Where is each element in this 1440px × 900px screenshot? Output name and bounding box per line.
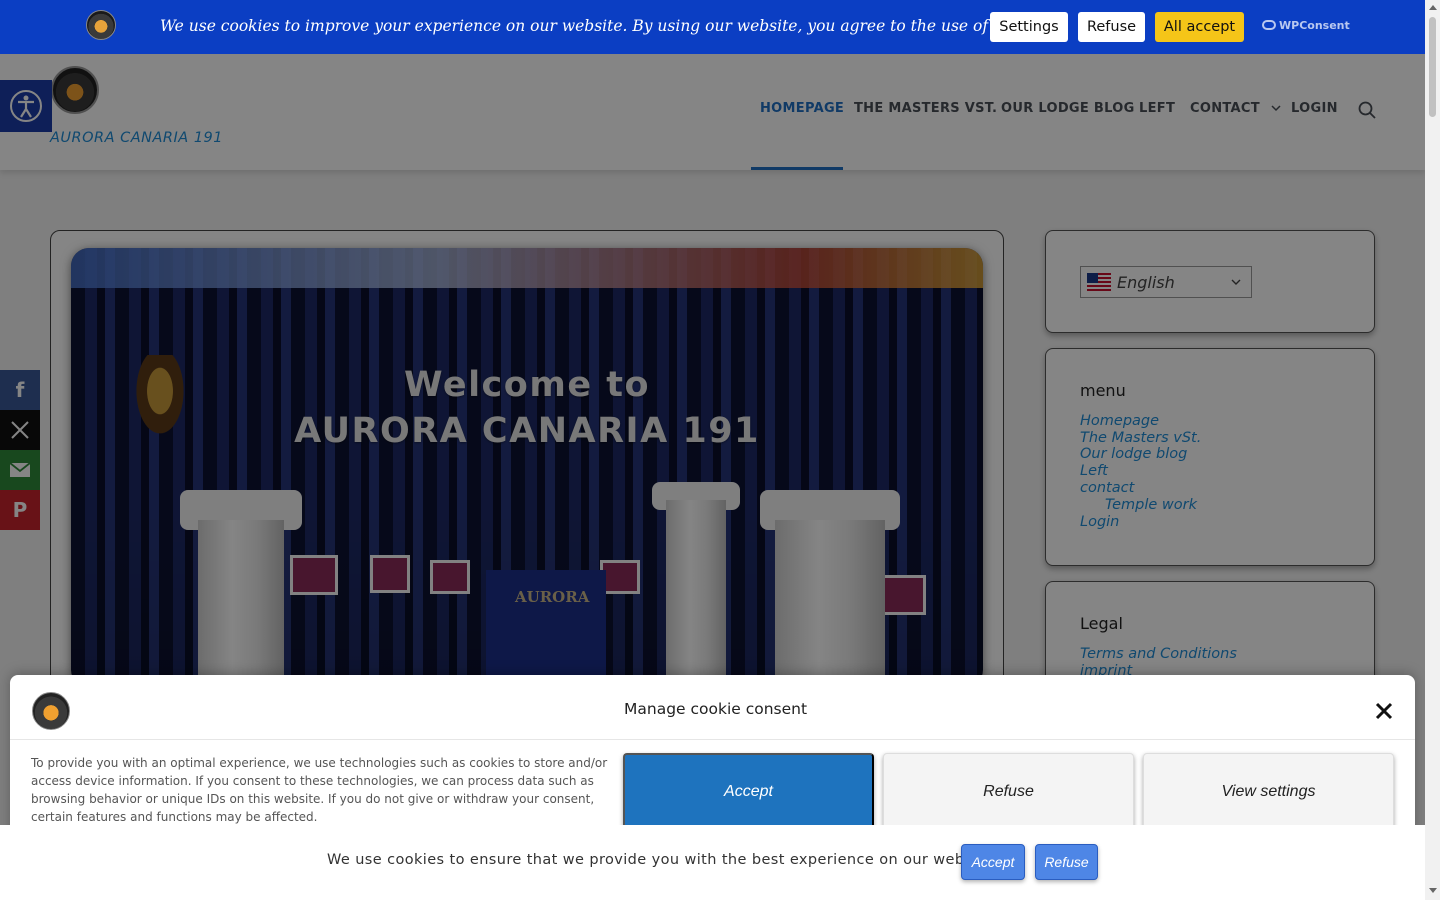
chevron-down-icon <box>1231 279 1241 285</box>
site-title[interactable]: AURORA CANARIA 191 <box>50 130 223 146</box>
sidebar-link-blog[interactable]: Our lodge blog <box>1080 446 1187 462</box>
language-label: English <box>1117 272 1175 292</box>
scroll-down-arrow-icon[interactable] <box>1429 888 1437 893</box>
chair <box>880 575 926 615</box>
notice-refuse-button[interactable]: Refuse <box>1035 844 1098 880</box>
modal-divider <box>10 739 1415 740</box>
modal-view-settings-button[interactable]: View settings <box>1143 753 1394 831</box>
nav-left[interactable]: LEFT <box>1139 101 1175 116</box>
language-select[interactable]: English <box>1080 266 1252 298</box>
sidebar-link-temple-work[interactable]: Temple work <box>1105 497 1197 513</box>
facebook-icon: f <box>15 378 25 402</box>
nav-active-indicator <box>751 167 843 170</box>
nav-contact-label: CONTACT <box>1190 101 1260 116</box>
chair <box>600 560 640 594</box>
sidebar-link-left[interactable]: Left <box>1080 463 1108 479</box>
us-flag-icon <box>1087 273 1111 291</box>
wpconsent-icon <box>1262 20 1276 30</box>
hero-title-line1: Welcome to <box>403 365 651 405</box>
chair <box>370 555 410 593</box>
sidebar-link-masters[interactable]: The Masters vSt. <box>1080 430 1201 446</box>
cookie-all-accept-button[interactable]: All accept <box>1155 12 1244 42</box>
modal-title: Manage cookie consent <box>624 700 808 718</box>
search-icon[interactable] <box>1357 100 1377 120</box>
facebook-share-button[interactable]: f <box>0 370 40 410</box>
nav-homepage[interactable]: HOMEPAGE <box>760 101 844 116</box>
chair <box>290 555 338 595</box>
menu-widget-title: menu <box>1080 381 1126 400</box>
legal-widget-title: Legal <box>1080 614 1123 633</box>
site-logo[interactable] <box>51 66 99 114</box>
notice-accept-button[interactable]: Accept <box>961 844 1025 880</box>
modal-logo <box>32 692 70 730</box>
cookie-settings-button[interactable]: Settings <box>990 12 1068 42</box>
cookie-refuse-button[interactable]: Refuse <box>1078 12 1145 42</box>
altar-desk <box>486 570 606 680</box>
x-share-button[interactable] <box>0 410 40 450</box>
accessibility-icon <box>10 90 42 122</box>
sidebar-link-terms[interactable]: Terms and Conditions <box>1080 646 1237 662</box>
accessibility-button[interactable] <box>0 80 52 132</box>
chair <box>430 560 470 594</box>
top-cookie-bar: We use cookies to improve your experienc… <box>0 0 1425 54</box>
wpconsent-brand[interactable]: WPConsent <box>1262 19 1350 32</box>
cookie-bar-text: We use cookies to improve your experienc… <box>160 17 1057 35</box>
x-icon <box>11 421 29 439</box>
scrollbar-thumb[interactable] <box>1429 17 1436 117</box>
chevron-down-icon <box>1271 105 1281 112</box>
desk-label: AURORA <box>515 588 590 606</box>
scrollbar[interactable] <box>1425 0 1440 900</box>
notice-text: We use cookies to ensure that we provide… <box>327 852 998 868</box>
hero-image-ceiling <box>71 248 983 288</box>
pinterest-share-button[interactable]: P <box>0 490 40 530</box>
pillar <box>775 520 885 690</box>
close-icon[interactable] <box>1373 700 1395 722</box>
nav-the-masters[interactable]: THE MASTERS VST. <box>854 101 997 116</box>
pillar <box>666 500 726 690</box>
modal-description: To provide you with an optimal experienc… <box>31 756 608 824</box>
hero-title-line2: AURORA CANARIA 191 <box>294 411 760 451</box>
pinterest-icon: P <box>12 498 28 522</box>
sidebar-link-homepage[interactable]: Homepage <box>1080 413 1159 429</box>
site-logo-icon <box>86 10 116 40</box>
sidebar-link-login[interactable]: Login <box>1080 514 1119 530</box>
hero-title: Welcome to AURORA CANARIA 191 <box>71 362 983 454</box>
nav-login[interactable]: LOGIN <box>1291 101 1338 116</box>
sidebar-link-contact[interactable]: contact <box>1080 480 1134 496</box>
scroll-up-arrow-icon[interactable] <box>1429 5 1437 10</box>
mail-share-button[interactable] <box>0 450 40 490</box>
modal-refuse-button[interactable]: Refuse <box>883 753 1134 831</box>
modal-accept-button[interactable]: Accept <box>623 753 874 831</box>
mail-icon <box>9 462 31 477</box>
wpconsent-label: WPConsent <box>1279 19 1350 32</box>
nav-our-lodge-blog[interactable]: OUR LODGE BLOG <box>1001 101 1135 116</box>
pillar <box>198 520 284 690</box>
nav-contact[interactable]: CONTACT <box>1190 101 1281 116</box>
